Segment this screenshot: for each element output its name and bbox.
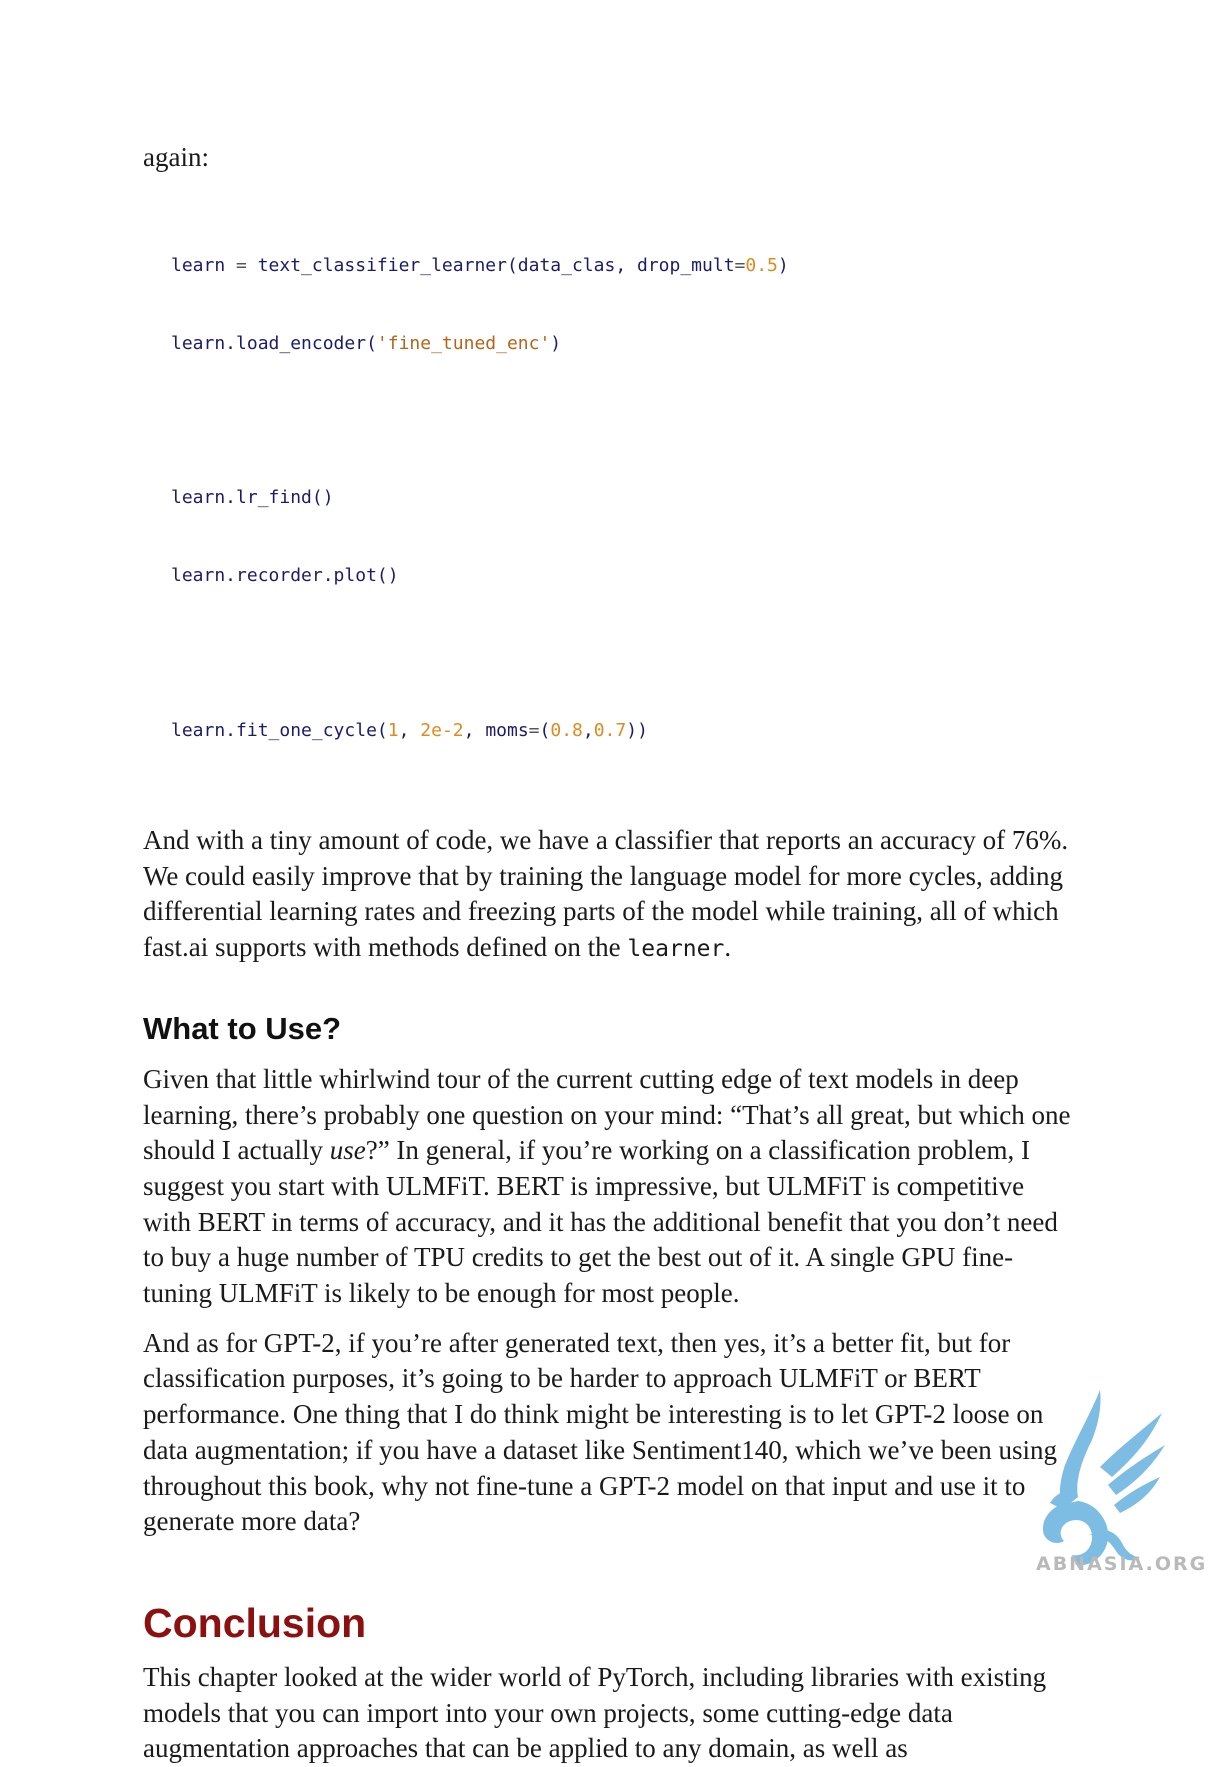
- paragraph-accuracy: And with a tiny amount of code, we have …: [143, 825, 1069, 963]
- page-content: again: learn = text_classifier_learner(d…: [143, 140, 1078, 1767]
- paragraph-gpt2: And as for GPT-2, if you’re after genera…: [143, 1327, 1057, 1537]
- chapter-heading: Conclusion: [143, 1599, 367, 1646]
- code-line: learn = text_classifier_learner(data_cla…: [171, 255, 789, 277]
- code-block: learn = text_classifier_learner(data_cla…: [171, 202, 1078, 795]
- code-line: learn.lr_find(): [171, 487, 334, 509]
- paragraph-what-to-use: Given that little whirlwind tour of the …: [143, 1063, 1071, 1309]
- watermark-text: ABNASIA.ORG: [1036, 1553, 1208, 1575]
- code-line: learn.fit_one_cycle(1, 2e-2, moms=(0.8,0…: [171, 719, 648, 741]
- lead-text: again:: [143, 142, 209, 172]
- griffin-logo-icon: [1042, 1390, 1165, 1566]
- paragraph-conclusion: This chapter looked at the wider world o…: [143, 1661, 1047, 1764]
- section-heading: What to Use?: [143, 1010, 342, 1046]
- inline-code-learner: learner: [627, 936, 725, 963]
- code-line: learn.load_encoder('fine_tuned_enc'): [171, 332, 562, 354]
- code-line: learn.recorder.plot(): [171, 564, 399, 586]
